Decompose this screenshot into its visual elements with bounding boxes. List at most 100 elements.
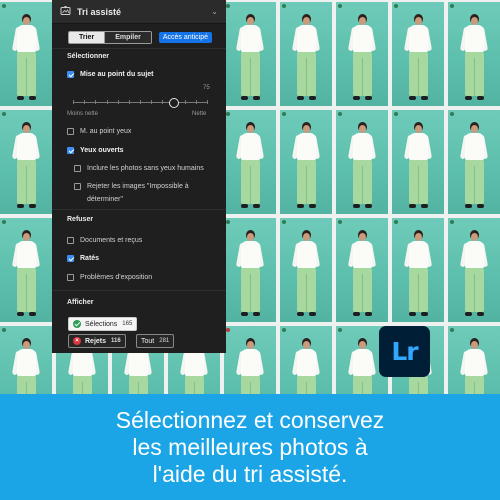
assisted-culling-icon (60, 5, 71, 18)
banner-line-1: Sélectionnez et conservez (115, 406, 385, 433)
photo-thumbnail[interactable] (280, 110, 332, 214)
checkbox-unchecked-icon (74, 183, 81, 190)
model-figure (233, 118, 267, 210)
rejects-label: Rejets (85, 337, 107, 345)
model-figure (9, 118, 43, 210)
include-no-eyes-checkbox[interactable]: Inclure les photos sans yeux humains (74, 165, 204, 172)
missed-checkbox[interactable]: Ratés (67, 255, 99, 262)
reject-undetermined-checkbox[interactable]: Rejeter les images "Impossible à (74, 183, 189, 190)
photo-thumbnail[interactable] (280, 2, 332, 106)
exposure-label: Problèmes d'exposition (80, 274, 153, 281)
slider-thumb[interactable] (168, 98, 179, 108)
photo-thumbnail[interactable] (392, 2, 444, 106)
pick-flag-icon (394, 4, 398, 8)
documents-label: Documents et reçus (80, 237, 143, 244)
model-figure (401, 10, 435, 102)
model-figure (345, 10, 379, 102)
all-label: Tout (141, 337, 155, 345)
checkbox-unchecked-icon (67, 128, 74, 135)
model-figure (233, 10, 267, 102)
pick-flag-icon (450, 4, 454, 8)
banner-line-3: l'aide du tri assisté. (152, 460, 348, 487)
picks-label: Sélections (85, 320, 118, 328)
pick-flag-icon (226, 4, 230, 8)
reject-undetermined-label: Rejeter les images "Impossible à (87, 183, 189, 190)
model-figure (401, 118, 435, 210)
photo-thumbnail[interactable] (336, 2, 388, 106)
pick-flag-icon (338, 220, 342, 224)
panel-title: Tri assisté (77, 6, 122, 17)
pick-flag-icon (282, 328, 286, 332)
select-section-title: Sélectionner (67, 53, 110, 60)
model-figure (401, 226, 435, 318)
pick-flag-icon (338, 328, 342, 332)
exposure-checkbox[interactable]: Problèmes d'exposition (67, 274, 152, 281)
slider-min-label: Moins nette (67, 111, 99, 117)
pick-flag-icon (2, 4, 6, 8)
photo-thumbnail[interactable] (336, 218, 388, 322)
eye-focus-label: M. au point yeux (80, 128, 132, 135)
early-access-badge: Accès anticipé (158, 31, 212, 43)
picks-filter-button[interactable]: Sélections 165 (68, 317, 138, 331)
checkbox-unchecked-icon (67, 237, 74, 244)
reject-x-icon: × (73, 337, 81, 345)
photo-thumbnail[interactable] (448, 326, 500, 394)
photo-thumbnail[interactable] (0, 2, 52, 106)
photo-thumbnail[interactable] (224, 2, 276, 106)
photo-thumbnail[interactable] (336, 110, 388, 214)
pick-flag-icon (2, 328, 6, 332)
photo-thumbnail[interactable] (0, 326, 52, 394)
model-figure (289, 118, 323, 210)
pick-flag-icon (282, 4, 286, 8)
checkbox-unchecked-icon (74, 165, 81, 172)
pick-flag-icon (450, 112, 454, 116)
eyes-open-checkbox[interactable]: Yeux ouverts (67, 147, 124, 154)
checkbox-checked-icon (67, 255, 74, 262)
model-figure (233, 226, 267, 318)
model-figure (9, 334, 43, 394)
assisted-culling-panel: Tri assisté ⌄ Trier Empiler Accès antici… (52, 0, 226, 353)
eye-focus-checkbox[interactable]: M. au point yeux (67, 128, 131, 135)
sharpness-slider[interactable] (73, 97, 208, 109)
model-figure (289, 226, 323, 318)
photo-thumbnail[interactable] (224, 110, 276, 214)
pick-flag-icon (2, 112, 6, 116)
checkbox-unchecked-icon (67, 274, 74, 281)
pick-flag-icon (450, 220, 454, 224)
model-figure (9, 226, 43, 318)
photo-thumbnail[interactable] (224, 326, 276, 394)
chevron-down-icon[interactable]: ⌄ (211, 7, 218, 16)
photo-thumbnail[interactable] (0, 110, 52, 214)
pick-flag-icon (394, 112, 398, 116)
model-figure (457, 10, 491, 102)
photo-thumbnail[interactable] (0, 218, 52, 322)
model-figure (289, 334, 323, 394)
reject-undetermined-label-2: déterminer" (87, 196, 123, 203)
panel-header[interactable]: Tri assisté ⌄ (52, 0, 226, 24)
photo-thumbnail[interactable] (448, 218, 500, 322)
tab-trier[interactable]: Trier (69, 31, 105, 43)
missed-label: Ratés (80, 255, 100, 262)
photo-thumbnail[interactable] (392, 218, 444, 322)
photo-thumbnail[interactable] (448, 2, 500, 106)
include-no-eyes-label: Inclure les photos sans yeux humains (87, 165, 204, 172)
rejects-filter-button[interactable]: × Rejets 116 (68, 334, 126, 348)
subject-focus-checkbox[interactable]: Mise au point du sujet (67, 71, 154, 78)
pick-flag-icon (282, 112, 286, 116)
photo-thumbnail[interactable] (280, 326, 332, 394)
pick-flag-icon (226, 220, 230, 224)
pick-flag-icon (282, 220, 286, 224)
photo-thumbnail[interactable] (280, 218, 332, 322)
model-figure (457, 334, 491, 394)
all-filter-button[interactable]: Tout 281 (136, 334, 175, 348)
checkbox-checked-icon (67, 147, 74, 154)
promo-banner: Sélectionnez et conservez les meilleures… (0, 394, 500, 500)
model-figure (457, 118, 491, 210)
documents-checkbox[interactable]: Documents et reçus (67, 237, 142, 244)
lightroom-logo: Lr (379, 326, 430, 377)
tab-empiler[interactable]: Empiler (104, 31, 151, 43)
photo-thumbnail[interactable] (448, 110, 500, 214)
photo-thumbnail[interactable] (224, 218, 276, 322)
photo-thumbnail[interactable] (392, 110, 444, 214)
checkbox-checked-icon (67, 71, 74, 78)
